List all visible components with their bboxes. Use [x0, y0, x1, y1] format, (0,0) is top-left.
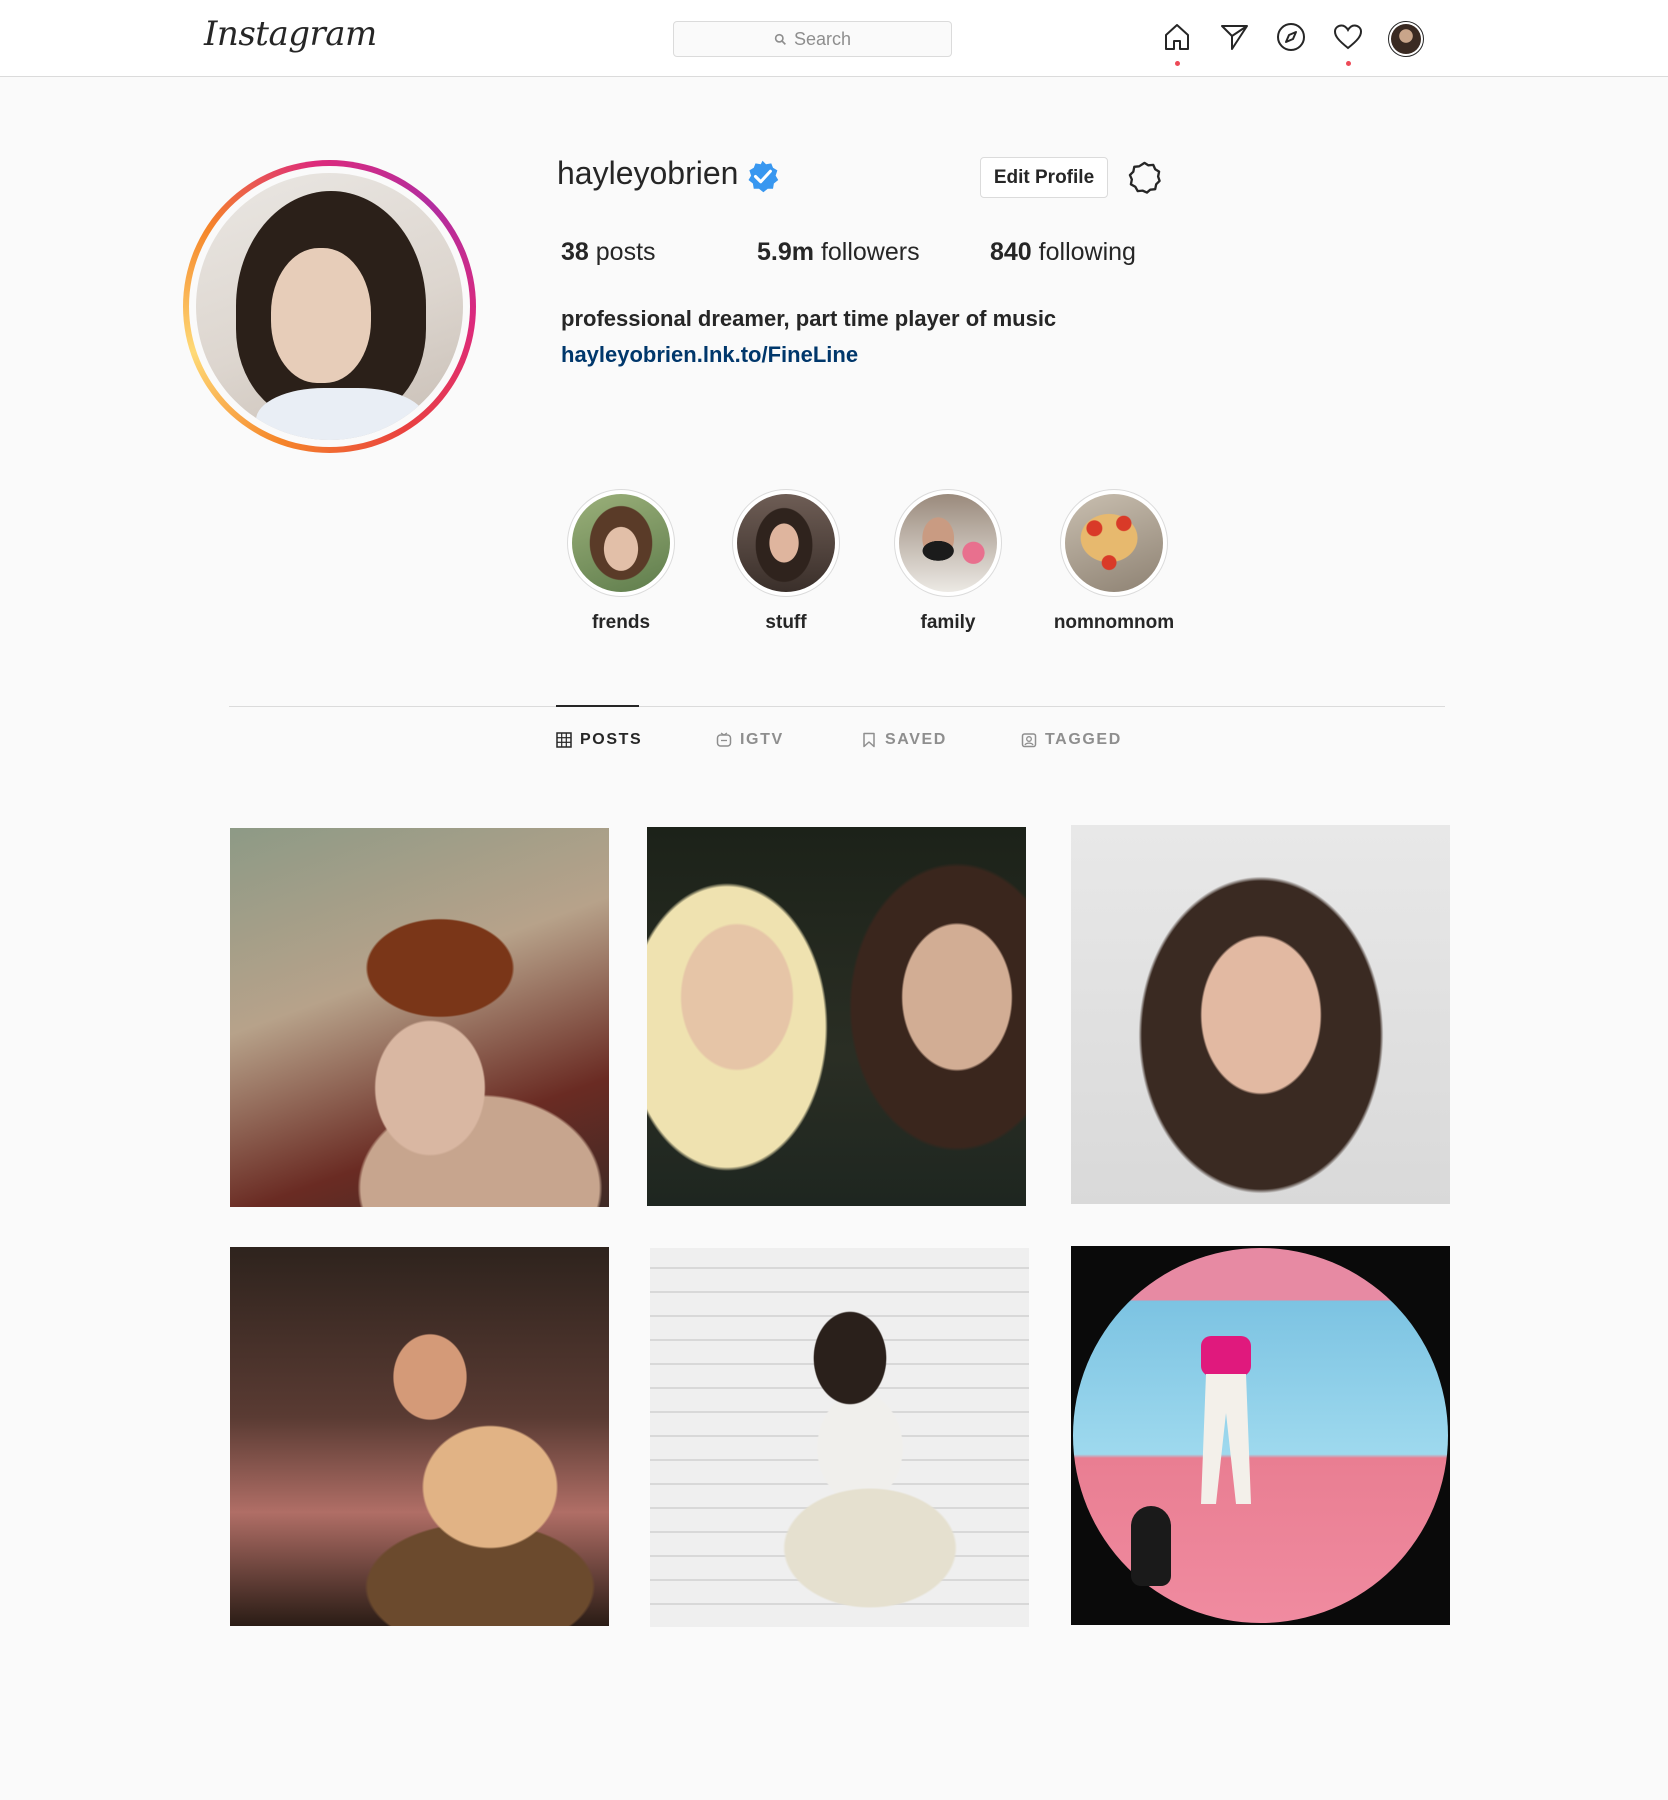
top-navigation-bar: Instagram Search — [0, 0, 1668, 77]
bookmark-icon — [863, 732, 875, 748]
verified-badge-icon — [748, 160, 779, 193]
profile-picture — [196, 173, 463, 440]
highlight-cover-ring — [567, 489, 675, 597]
profile-picture-shirt — [256, 388, 426, 440]
post-thumbnail[interactable] — [1071, 825, 1450, 1204]
tab-posts[interactable]: POSTS — [556, 731, 642, 749]
profile-bio: professional dreamer, part time player o… — [561, 306, 1057, 331]
activity-heart-icon[interactable] — [1331, 20, 1365, 66]
highlight-nomnomnom[interactable]: nomnomnom — [1029, 489, 1199, 634]
search-placeholder: Search — [793, 28, 852, 49]
following-count: 840 — [990, 238, 1032, 266]
posts-label: posts — [595, 238, 656, 266]
highlight-cover-image — [572, 494, 670, 592]
instagram-logo[interactable]: Instagram — [204, 14, 377, 54]
nav-icon-group — [1160, 20, 1425, 66]
post-image-figure-legs — [1201, 1374, 1251, 1504]
highlight-label: frends — [591, 612, 651, 633]
post-thumbnail[interactable] — [650, 1248, 1029, 1627]
settings-gear-icon[interactable] — [1127, 160, 1162, 195]
search-icon — [774, 33, 786, 45]
highlight-label: nomnomnom — [1053, 612, 1175, 633]
post-thumbnail[interactable] — [1071, 1246, 1450, 1625]
highlight-cover-ring — [732, 489, 840, 597]
igtv-icon — [716, 732, 732, 747]
posts-stat: 38 posts — [561, 238, 656, 267]
highlight-frends[interactable]: frends — [536, 489, 706, 634]
avatar-image — [1391, 24, 1421, 54]
direct-icon[interactable] — [1217, 20, 1251, 54]
profile-picture-frame — [189, 166, 470, 447]
tagged-person-icon — [1021, 733, 1037, 748]
highlight-stuff[interactable]: stuff — [701, 489, 871, 634]
profile-avatar[interactable] — [1388, 21, 1424, 57]
post-thumbnail[interactable] — [230, 828, 609, 1207]
home-notification-dot — [1175, 61, 1180, 66]
home-icon[interactable] — [1160, 20, 1194, 66]
tab-label: TAGGED — [1045, 731, 1122, 748]
profile-username: hayleyobrien — [557, 155, 739, 191]
profile-picture-ring[interactable] — [183, 160, 476, 453]
grid-icon — [556, 732, 572, 748]
highlight-cover-ring — [1060, 489, 1168, 597]
profile-website-link[interactable]: hayleyobrien.lnk.to/FineLine — [561, 342, 858, 368]
activity-notification-dot — [1346, 61, 1351, 66]
highlight-cover-ring — [894, 489, 1002, 597]
tab-tagged[interactable]: TAGGED — [1021, 731, 1122, 749]
followers-stat[interactable]: 5.9m followers — [757, 238, 920, 267]
tab-igtv[interactable]: IGTV — [716, 731, 784, 749]
post-image-hand — [1131, 1506, 1171, 1586]
highlight-cover-image — [899, 494, 997, 592]
tab-saved[interactable]: SAVED — [861, 731, 947, 749]
explore-icon[interactable] — [1274, 20, 1308, 54]
highlight-family[interactable]: family — [863, 489, 1033, 634]
highlight-label: stuff — [765, 612, 807, 633]
followers-count: 5.9m — [757, 238, 814, 266]
following-stat[interactable]: 840 following — [990, 238, 1136, 267]
followers-label: followers — [820, 238, 920, 266]
tab-label: IGTV — [740, 731, 784, 748]
tabs-divider — [229, 706, 1445, 707]
tab-label: SAVED — [885, 731, 947, 748]
search-input[interactable]: Search — [673, 21, 952, 57]
highlight-cover-image — [737, 494, 835, 592]
post-thumbnail[interactable] — [647, 827, 1026, 1206]
posts-count: 38 — [561, 238, 589, 266]
highlight-label: family — [920, 612, 976, 633]
active-tab-indicator — [556, 705, 639, 707]
profile-picture-face — [271, 248, 371, 383]
tab-label: POSTS — [580, 731, 643, 748]
post-image-figure — [1191, 1336, 1261, 1506]
post-thumbnail[interactable] — [230, 1247, 609, 1626]
edit-profile-button[interactable]: Edit Profile — [980, 157, 1108, 198]
highlight-cover-image — [1065, 494, 1163, 592]
following-label: following — [1038, 238, 1136, 266]
post-image-figure-top — [1201, 1336, 1251, 1376]
